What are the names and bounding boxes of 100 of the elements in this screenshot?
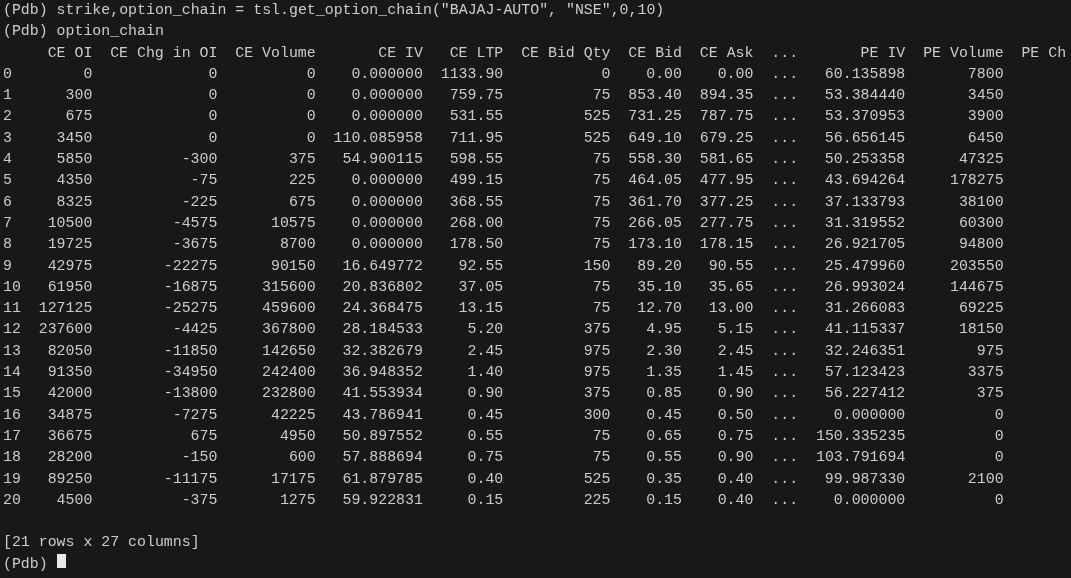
- table-cell-text: 0: [993, 448, 1004, 468]
- table-cell-text: 679.25: [699, 128, 754, 148]
- table-cell-text: 300: [64, 86, 93, 106]
- table-cell-text: ...: [771, 128, 799, 148]
- table-cell-text: 0: [207, 64, 218, 84]
- table-cell-text: 975: [582, 363, 611, 383]
- table-cell-text: 853.40: [628, 86, 682, 106]
- table-cell-text: 42000: [46, 384, 93, 404]
- table-cell-text: 60300: [957, 213, 1004, 233]
- table-cell-text: 142650: [261, 341, 316, 361]
- table-cell-text: 178.15: [699, 235, 754, 255]
- table-cell-text: 499.15: [448, 171, 504, 191]
- summary-line: [21 rows x 27 columns]: [3, 533, 200, 553]
- row-index: 1: [3, 86, 13, 106]
- table-cell-text: 42225: [270, 405, 316, 425]
- table-cell-text: 375: [582, 384, 611, 404]
- table-cell-text: 375: [582, 320, 611, 340]
- column-header: PE Ch: [1021, 43, 1067, 63]
- table-cell-text: 75: [591, 213, 611, 233]
- table-cell-text: 0: [207, 86, 218, 106]
- table-cell-text: -3675: [171, 235, 218, 255]
- table-cell-text: 36675: [46, 426, 93, 446]
- table-cell-text: 42975: [46, 256, 93, 276]
- table-cell-text: 91350: [46, 363, 93, 383]
- table-cell-text: 531.55: [448, 107, 504, 127]
- table-cell-text: 1.45: [716, 363, 754, 383]
- table-cell-text: 60.135898: [823, 64, 906, 84]
- table-cell-text: 477.95: [699, 171, 754, 191]
- table-cell-text: 0.85: [645, 384, 682, 404]
- table-cell-text: 34875: [46, 405, 93, 425]
- table-cell-text: 110.085958: [333, 128, 423, 148]
- table-cell-text: 2.30: [645, 341, 682, 361]
- table-cell-text: 32.382679: [341, 341, 423, 361]
- table-cell-text: 0.15: [645, 490, 682, 510]
- table-cell-text: 237600: [38, 320, 93, 340]
- table-cell-text: 41.115337: [823, 320, 906, 340]
- row-index: 5: [3, 171, 13, 191]
- table-cell-text: 28200: [46, 448, 93, 468]
- table-cell-text: 0.55: [466, 426, 504, 446]
- row-index: 11: [3, 299, 21, 319]
- row-index: 20: [3, 490, 21, 510]
- table-cell-text: 69225: [957, 299, 1004, 319]
- table-cell-text: 1133.90: [440, 64, 504, 84]
- table-cell-text: 25.479960: [823, 256, 906, 276]
- table-cell-text: -7275: [171, 405, 218, 425]
- table-cell-text: 50.253358: [823, 150, 906, 170]
- column-header: CE Chg in OI: [110, 43, 218, 63]
- table-cell-text: ...: [771, 384, 799, 404]
- table-cell-text: 675: [64, 107, 93, 127]
- table-cell-text: 43.694264: [823, 171, 906, 191]
- table-cell-text: 675: [189, 426, 218, 446]
- table-cell-text: 0: [207, 107, 218, 127]
- table-cell-text: 18150: [957, 320, 1004, 340]
- table-cell-text: 581.65: [699, 150, 754, 170]
- table-cell-text: 75: [591, 299, 611, 319]
- table-cell-text: 759.75: [448, 86, 504, 106]
- column-header: CE Volume: [235, 43, 316, 63]
- table-cell-text: 731.25: [628, 107, 682, 127]
- table-cell-text: 75: [591, 426, 611, 446]
- table-cell-text: 75: [591, 150, 611, 170]
- table-cell-text: 28.184533: [341, 320, 423, 340]
- table-cell-text: 10575: [270, 213, 316, 233]
- table-cell-text: -75: [189, 171, 218, 191]
- table-cell-text: 13.15: [457, 299, 504, 319]
- table-cell-text: 0: [993, 426, 1004, 446]
- table-cell-text: 0.00: [645, 64, 682, 84]
- table-cell-text: 0.75: [466, 448, 504, 468]
- table-cell-text: -150: [180, 448, 218, 468]
- table-cell-text: 8325: [55, 192, 93, 212]
- table-cell-text: 41.553934: [341, 384, 423, 404]
- table-cell-text: 144675: [948, 277, 1004, 297]
- table-cell-text: 0.75: [716, 426, 754, 446]
- table-cell-text: 173.10: [628, 235, 682, 255]
- table-cell-text: 2.45: [716, 341, 754, 361]
- table-cell-text: -34950: [162, 363, 218, 383]
- table-cell-text: 225: [287, 171, 316, 191]
- table-cell-text: 92.55: [457, 256, 504, 276]
- table-cell-text: 0.40: [716, 490, 754, 510]
- table-cell-text: 150.335235: [815, 426, 906, 446]
- table-cell-text: 0: [207, 128, 218, 148]
- table-cell-text: 0.15: [466, 490, 504, 510]
- table-cell-text: 649.10: [628, 128, 682, 148]
- table-cell-text: 0.000000: [832, 405, 906, 425]
- table-cell-text: 0: [600, 64, 611, 84]
- table-cell-text: 3375: [966, 363, 1004, 383]
- table-cell-text: 367800: [261, 320, 316, 340]
- table-cell-text: 57.123423: [823, 363, 906, 383]
- row-index: 19: [3, 469, 21, 489]
- table-cell-text: 0.40: [466, 469, 504, 489]
- table-cell-text: ...: [771, 107, 799, 127]
- table-cell-text: 150: [582, 256, 611, 276]
- table-cell-text: 54.900115: [341, 150, 423, 170]
- table-cell-text: 89250: [46, 469, 93, 489]
- table-cell-text: 0.40: [716, 469, 754, 489]
- table-cell-text: 31.266083: [823, 299, 906, 319]
- table-cell-text: 2.45: [466, 341, 504, 361]
- table-cell-text: ...: [771, 405, 799, 425]
- table-cell-text: 26.921705: [823, 235, 906, 255]
- table-cell-text: 178275: [948, 171, 1004, 191]
- row-index: 9: [3, 256, 13, 276]
